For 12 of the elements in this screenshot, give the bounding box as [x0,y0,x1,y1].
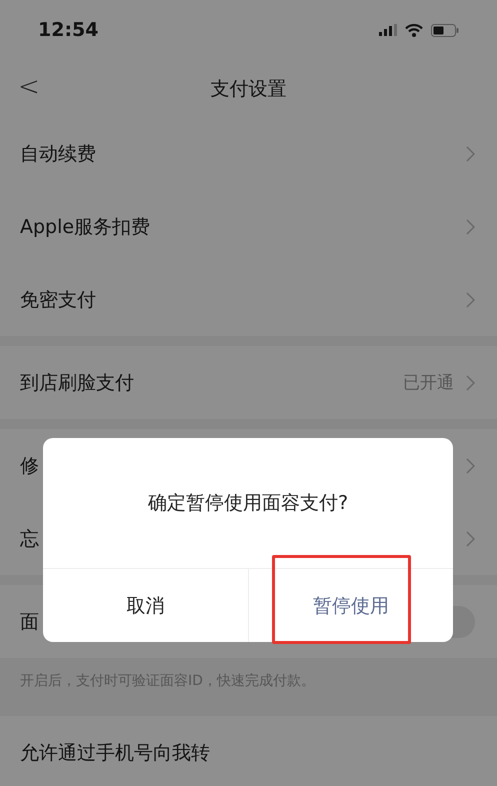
row-label: 忘 [20,526,40,552]
row-label: 免密支付 [20,288,97,312]
row-value: 已开通 [403,372,454,394]
dialog-message: 确定暂停使用面容支付? [146,491,350,516]
status-time: 12:54 [38,19,98,41]
row-label: 修 [20,454,40,478]
row-label: 面 [20,610,40,634]
row-label: Apple服务扣费 [20,214,152,240]
page-title: 支付设置 [210,76,286,102]
row-label: 允许通过手机号向我转 [20,740,211,766]
row-label: 自动续费 [20,142,97,166]
row-label: 到店刷脸支付 [20,370,135,396]
